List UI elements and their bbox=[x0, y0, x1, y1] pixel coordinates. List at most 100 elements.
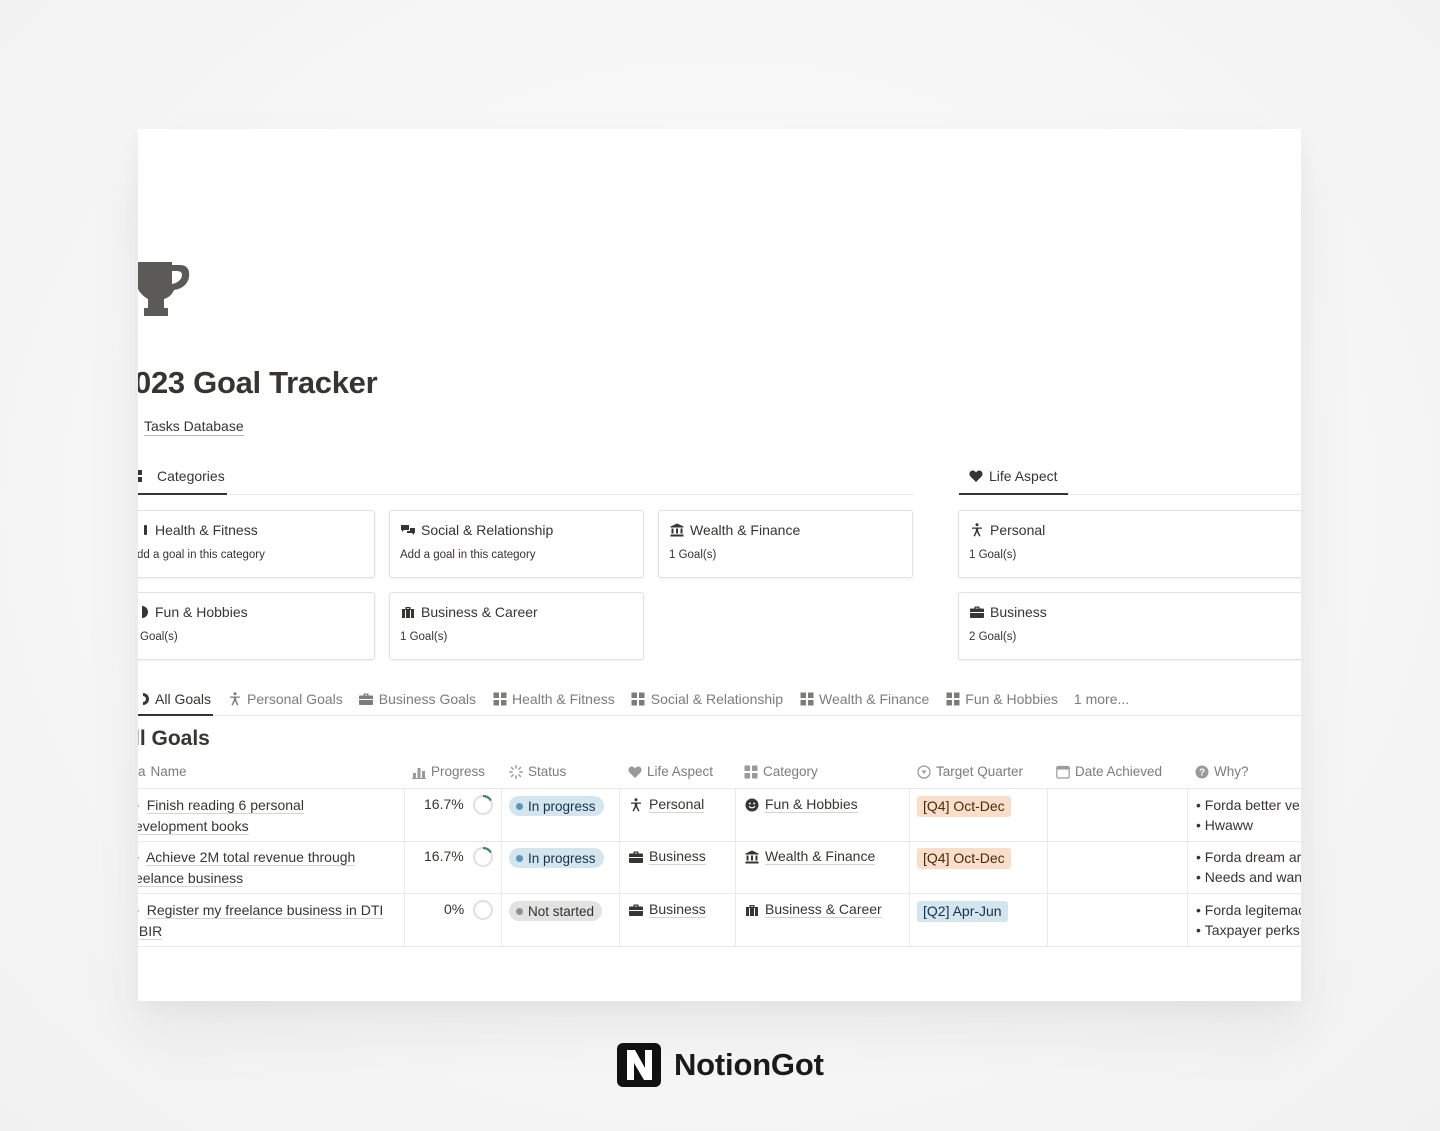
column-header-status[interactable]: Status bbox=[509, 764, 566, 779]
active-view-underline bbox=[138, 714, 213, 716]
life-aspect-cell[interactable]: Personal bbox=[629, 796, 705, 813]
briefcase-icon bbox=[969, 605, 984, 620]
column-header-name[interactable]: a Name bbox=[138, 764, 187, 779]
select-circle-icon bbox=[917, 764, 931, 779]
view-tab-more[interactable]: 1 more... bbox=[1074, 688, 1129, 710]
status-dot bbox=[516, 802, 523, 810]
progress-value: 16.7% bbox=[424, 848, 464, 864]
column-header-progress[interactable]: Progress bbox=[412, 764, 485, 779]
target-quarter-cell[interactable]: [Q4] Oct-Dec bbox=[917, 796, 1011, 817]
status-cell[interactable]: In progress bbox=[509, 796, 604, 816]
why-cell[interactable]: • Forda legitemac • Taxpayer perks bbox=[1196, 900, 1301, 940]
view-tab-business-goals[interactable]: Business Goals bbox=[359, 688, 476, 710]
chat-bubbles-icon bbox=[400, 523, 415, 538]
column-divider bbox=[735, 789, 736, 946]
life-aspect-tab[interactable]: Life Aspect bbox=[968, 468, 1058, 484]
view-label: Personal Goals bbox=[247, 691, 343, 707]
goal-name-cell[interactable]: ɬ Achieve 2M total revenue through eelan… bbox=[138, 847, 356, 888]
goal-name-line: Register my freelance business in DTI bbox=[146, 902, 384, 919]
category-card-business-career[interactable]: Business & Career 1 Goal(s) bbox=[389, 592, 644, 660]
aspect-card-personal[interactable]: Personal 1 Goal(s) bbox=[958, 510, 1301, 578]
goal-name-line: Achieve 2M total revenue through bbox=[145, 849, 356, 866]
target-quarter-cell[interactable]: [Q4] Oct-Dec bbox=[917, 848, 1011, 869]
status-cell[interactable]: Not started bbox=[509, 901, 603, 921]
view-label: Wealth & Finance bbox=[819, 691, 930, 707]
category-cell[interactable]: Wealth & Finance bbox=[745, 848, 876, 865]
category-label: Business & Career bbox=[765, 901, 882, 918]
tasks-database-link[interactable]: Tasks Database bbox=[144, 418, 244, 436]
status-dot bbox=[516, 854, 523, 862]
progress-value: 0% bbox=[444, 901, 465, 917]
why-cell[interactable]: • Forda better ve • Hwaww bbox=[1196, 795, 1300, 835]
life-aspect-underline bbox=[959, 493, 1068, 495]
trophy-icon[interactable] bbox=[138, 259, 190, 319]
table-title: ll Goals bbox=[138, 727, 210, 750]
column-label: Target Quarter bbox=[936, 764, 1024, 779]
life-aspect-label: Business bbox=[649, 848, 706, 865]
view-tab-health-fitness[interactable]: Health & Fitness bbox=[492, 688, 615, 710]
categories-divider bbox=[138, 494, 913, 495]
status-cell[interactable]: In progress bbox=[509, 848, 604, 868]
quarter-tag: [Q4] Oct-Dec bbox=[917, 796, 1011, 817]
quarter-tag: [Q4] Oct-Dec bbox=[917, 848, 1011, 869]
column-divider bbox=[909, 789, 910, 946]
aspect-card-business[interactable]: Business 2 Goal(s) bbox=[958, 592, 1301, 660]
status-label: Not started bbox=[528, 903, 595, 919]
category-card-health-fitness[interactable]: Health & Fitness dd a goal in this categ… bbox=[138, 510, 375, 578]
card-subtitle: 1 Goal(s) bbox=[669, 549, 717, 561]
notion-n-logo bbox=[617, 1043, 661, 1087]
progress-ring bbox=[472, 794, 494, 816]
category-card-wealth-finance[interactable]: Wealth & Finance 1 Goal(s) bbox=[658, 510, 913, 578]
bank-icon bbox=[669, 523, 684, 538]
progress-value: 16.7% bbox=[424, 796, 464, 812]
view-tab-fun-hobbies[interactable]: Fun & Hobbies bbox=[945, 688, 1058, 710]
view-tab-social-relationship[interactable]: Social & Relationship bbox=[631, 688, 783, 710]
column-header-life-aspect[interactable]: Life Aspect bbox=[628, 764, 713, 779]
view-label: Health & Fitness bbox=[512, 691, 615, 707]
target-quarter-cell[interactable]: [Q2] Apr-Jun bbox=[917, 901, 1008, 922]
card-title: Business & Career bbox=[421, 604, 538, 620]
goal-name-line: BIR bbox=[138, 923, 163, 940]
column-header-why[interactable]: ? Why? bbox=[1195, 764, 1249, 779]
brand-name: NotionGot bbox=[674, 1047, 824, 1082]
bank-icon bbox=[745, 850, 759, 863]
categories-tab[interactable]: Categories bbox=[138, 468, 225, 484]
column-label: Progress bbox=[431, 764, 486, 779]
status-dot bbox=[516, 907, 523, 915]
column-label: Why? bbox=[1214, 764, 1249, 779]
column-divider bbox=[619, 789, 620, 946]
card-title: Wealth & Finance bbox=[690, 522, 801, 538]
category-card-fun-hobbies[interactable]: Fun & Hobbies Goal(s) bbox=[138, 592, 375, 660]
view-tab-all-goals[interactable]: All Goals bbox=[138, 688, 211, 710]
column-header-category[interactable]: Category bbox=[744, 764, 818, 779]
category-card-social-relationship[interactable]: Social & Relationship Add a goal in this… bbox=[389, 510, 644, 578]
goal-name-cell[interactable]: ɬ Finish reading 6 personal evelopment b… bbox=[138, 795, 304, 836]
view-tab-personal-goals[interactable]: Personal Goals bbox=[227, 688, 343, 710]
view-label: Social & Relationship bbox=[650, 691, 784, 707]
category-cell[interactable]: Fun & Hobbies bbox=[745, 796, 858, 813]
column-label: Name bbox=[150, 764, 187, 779]
column-label: Date Achieved bbox=[1075, 764, 1163, 779]
smiley-icon bbox=[745, 798, 759, 811]
why-bullet: • Hwaww bbox=[1196, 817, 1254, 833]
category-label: Fun & Hobbies bbox=[765, 796, 858, 813]
column-header-date-achieved[interactable]: Date Achieved bbox=[1056, 764, 1162, 779]
goal-name-line: Finish reading 6 personal bbox=[146, 797, 304, 814]
column-label: Status bbox=[528, 764, 567, 779]
why-cell[interactable]: • Forda dream ar • Needs and wan bbox=[1196, 847, 1301, 887]
life-aspect-cell[interactable]: Business bbox=[629, 848, 706, 865]
column-header-target-quarter[interactable]: Target Quarter bbox=[917, 764, 1023, 779]
card-title: Social & Relationship bbox=[421, 522, 554, 538]
goal-icon: ɬ bbox=[138, 798, 139, 813]
card-subtitle: 1 Goal(s) bbox=[400, 631, 448, 643]
brand-footer: NotionGot bbox=[616, 1042, 824, 1088]
life-aspect-label: Business bbox=[649, 901, 706, 918]
why-bullet: • Forda dream ar bbox=[1196, 849, 1301, 865]
view-tab-wealth-finance[interactable]: Wealth & Finance bbox=[799, 688, 929, 710]
column-label: Life Aspect bbox=[647, 764, 714, 779]
category-cell[interactable]: Business & Career bbox=[745, 901, 882, 918]
target-icon bbox=[138, 692, 150, 707]
goal-name-cell[interactable]: ɬ Register my freelance business in DTI … bbox=[138, 900, 384, 941]
status-label: In progress bbox=[528, 850, 596, 866]
life-aspect-cell[interactable]: Business bbox=[629, 901, 706, 918]
